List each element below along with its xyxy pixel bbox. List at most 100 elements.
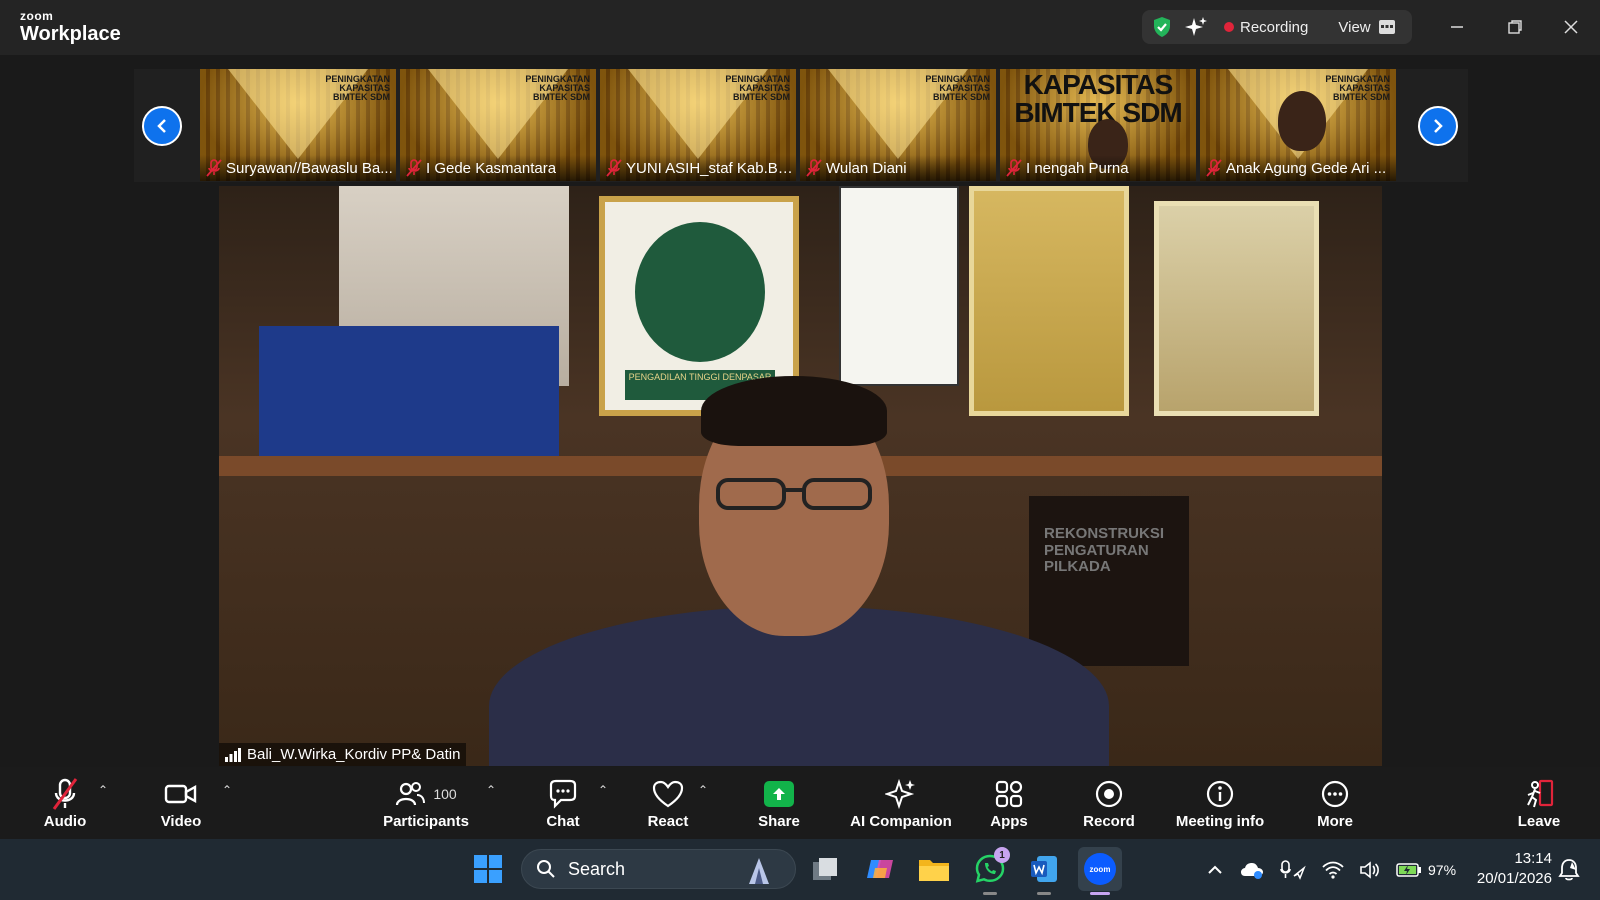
word-app[interactable] — [1022, 847, 1066, 895]
slide-title: PENINGKATAN KAPASITAS BIMTEK SDM — [1325, 74, 1390, 102]
heart-icon — [652, 780, 684, 807]
leave-button[interactable]: Leave — [1508, 767, 1570, 839]
speaker-glasses — [716, 478, 872, 510]
video-options-caret[interactable]: ⌃ — [222, 783, 232, 797]
participant-count: 100 — [433, 785, 457, 802]
search-placeholder: Search — [568, 858, 626, 879]
ai-companion-button[interactable]: AI Companion — [846, 767, 956, 839]
react-label: React — [647, 812, 689, 830]
more-button[interactable]: More — [1302, 767, 1368, 839]
next-page-button[interactable] — [1418, 106, 1458, 146]
file-explorer-app[interactable] — [912, 847, 956, 891]
id-card-frame — [839, 186, 959, 386]
react-button[interactable]: React — [634, 767, 702, 839]
clock-date: 20/01/2026 — [1476, 870, 1552, 887]
apps-icon — [995, 780, 1023, 807]
slide-title: PENINGKATAN KAPASITAS BIMTEK SDM — [725, 74, 790, 102]
task-view-button[interactable] — [804, 847, 848, 891]
book: REKONSTRUKSI PENGATURAN PILKADA — [1029, 496, 1189, 666]
share-button[interactable]: Share — [744, 767, 814, 839]
react-options-caret[interactable]: ⌃ — [698, 783, 708, 797]
record-button[interactable]: Record — [1074, 767, 1144, 839]
onedrive-icon[interactable] — [1240, 860, 1264, 880]
participant-tile[interactable]: PENINGKATAN KAPASITAS BIMTEK SDM I Gede … — [400, 69, 596, 181]
meeting-info-button[interactable]: Meeting info — [1170, 767, 1270, 839]
os-taskbar: Search 1 zoom 97% 13:14 20/01/2026 — [0, 839, 1600, 900]
mic-muted-icon — [1006, 159, 1022, 177]
folder-icon — [919, 860, 949, 881]
share-label: Share — [758, 812, 800, 830]
volume-icon[interactable] — [1360, 860, 1380, 879]
notification-bell-icon — [1558, 858, 1580, 880]
audio-button[interactable]: Audio — [32, 767, 98, 839]
participants-options-caret[interactable]: ⌃ — [486, 783, 496, 797]
system-clock[interactable]: 13:14 20/01/2026 — [1466, 849, 1552, 889]
svg-text:zoom: zoom — [1090, 865, 1111, 874]
ai-companion-label: AI Companion — [850, 812, 952, 830]
mic-muted-icon — [52, 777, 78, 810]
award-box — [259, 326, 559, 461]
leave-icon — [1527, 779, 1554, 807]
zoom-app[interactable]: zoom — [1078, 847, 1122, 895]
mic-muted-icon — [406, 159, 422, 177]
meeting-status-pill: Recording View — [1142, 10, 1412, 44]
recording-label[interactable]: Recording — [1240, 19, 1308, 36]
participants-icon — [396, 781, 426, 805]
apps-label: Apps — [990, 812, 1028, 830]
microphone-in-use-icon[interactable] — [1280, 859, 1306, 880]
participant-tile[interactable]: PENINGKATAN KAPASITAS BIMTEK SDM Wulan D… — [800, 69, 996, 181]
copilot-app[interactable] — [858, 847, 902, 891]
chat-button[interactable]: Chat — [530, 767, 596, 839]
video-button[interactable]: Video — [148, 767, 214, 839]
brand-large: Workplace — [20, 23, 121, 45]
notification-badge: 1 — [994, 847, 1010, 863]
leave-label: Leave — [1517, 812, 1561, 830]
participant-tile[interactable]: PENINGKATAN KAPASITAS BIMTEK SDM Anak Ag… — [1200, 69, 1396, 181]
shield-icon[interactable] — [1150, 15, 1174, 39]
ai-sparkle-icon[interactable] — [1184, 15, 1208, 39]
taskbar-search[interactable]: Search — [521, 849, 796, 889]
mic-muted-icon — [806, 159, 822, 177]
participant-tile[interactable]: PENINGKATAN KAPASITAS BIMTEK SDM YUNI AS… — [600, 69, 796, 181]
chat-options-caret[interactable]: ⌃ — [598, 783, 608, 797]
start-button[interactable] — [466, 847, 510, 891]
whatsapp-app[interactable]: 1 — [968, 847, 1012, 895]
close-button[interactable] — [1556, 12, 1586, 42]
zoom-app-icon: zoom — [1084, 853, 1116, 885]
book-title: REKONSTRUKSI PENGATURAN PILKADA — [1044, 525, 1165, 575]
recording-dot-icon — [1224, 22, 1234, 32]
chat-icon — [549, 779, 577, 809]
more-icon — [1321, 780, 1349, 807]
signal-strength-icon — [225, 747, 241, 762]
restore-button[interactable] — [1500, 12, 1530, 42]
participant-name: Anak Agung Gede Ari ... — [1226, 159, 1387, 177]
search-highlight-icon — [749, 858, 769, 884]
award-plaque — [1154, 201, 1319, 416]
brand-small: zoom — [20, 9, 54, 23]
chevron-up-icon[interactable] — [1206, 861, 1224, 879]
info-icon — [1206, 780, 1234, 807]
participant-tile[interactable]: PENINGKATAN KAPASITAS BIMTEK SDM Suryawa… — [200, 69, 396, 181]
zoom-logo: zoom Workplace — [20, 10, 121, 44]
video-label: Video — [160, 812, 202, 830]
battery-percent: 97% — [1428, 861, 1457, 878]
battery-indicator[interactable]: 97% — [1396, 862, 1456, 878]
view-button[interactable]: View — [1338, 19, 1395, 36]
participant-name: Suryawan//Bawaslu Ba... — [226, 159, 393, 177]
record-icon — [1095, 780, 1123, 807]
participants-button[interactable]: 100 Participants — [376, 767, 476, 839]
notification-center[interactable] — [1558, 839, 1580, 900]
participant-name: I nengah Purna — [1026, 159, 1129, 177]
clock-time: 13:14 — [1514, 850, 1552, 867]
minimize-button[interactable] — [1442, 12, 1472, 42]
active-speaker-video[interactable]: PENGADILAN TINGGI DENPASAR REKONSTRUKSI … — [219, 186, 1382, 766]
previous-page-button[interactable] — [142, 106, 182, 146]
participant-tile[interactable]: KAPASITAS BIMTEK SDM I nengah Purna — [1000, 69, 1196, 181]
audio-options-caret[interactable]: ⌃ — [98, 783, 108, 797]
share-screen-icon — [764, 780, 794, 807]
chevron-right-icon — [1434, 119, 1443, 133]
participant-name: I Gede Kasmantara — [426, 159, 557, 177]
apps-button[interactable]: Apps — [976, 767, 1042, 839]
chevron-left-icon — [157, 119, 166, 133]
wifi-icon[interactable] — [1322, 861, 1344, 879]
